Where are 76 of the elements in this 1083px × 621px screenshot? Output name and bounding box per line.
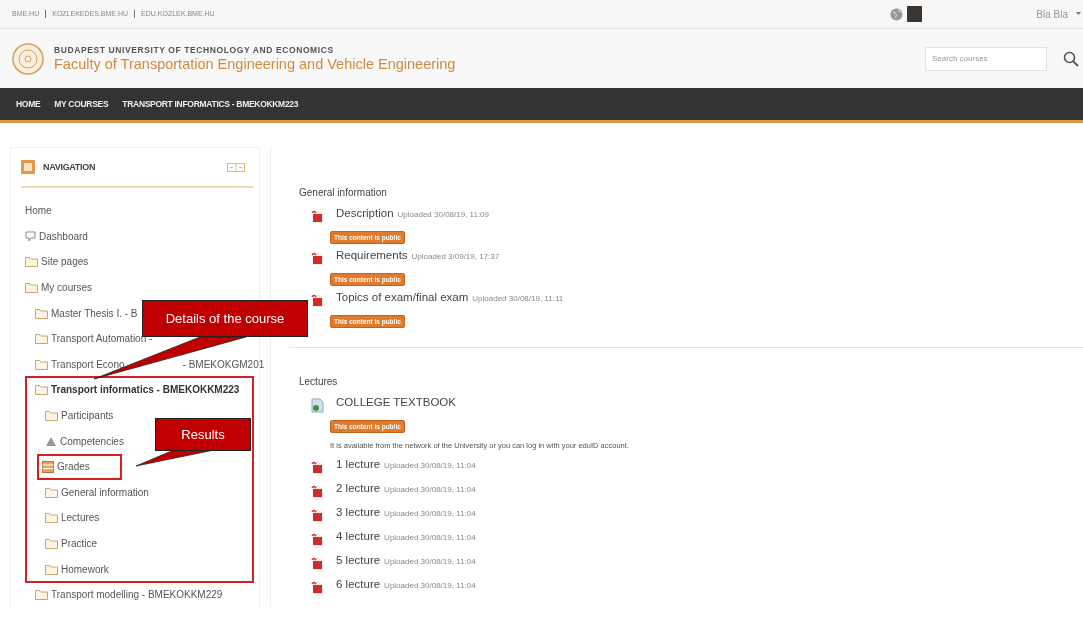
resource-link[interactable]: 6 lecture (336, 578, 381, 590)
folder-icon (45, 538, 58, 549)
nav-item[interactable]: Homework (45, 561, 109, 578)
upload-date: Uploaded 30/08/19, 11:04 (384, 461, 476, 470)
upload-date: Uploaded 30/08/19, 11:11 (472, 294, 564, 303)
folder-icon (25, 282, 38, 294)
folder-icon (35, 333, 48, 345)
resource-link[interactable]: Description (336, 207, 394, 219)
folder-icon (35, 384, 48, 396)
folder-icon (45, 410, 58, 422)
resource-link[interactable]: COLLEGE TEXTBOOK (336, 396, 456, 408)
resource-link[interactable]: 3 lecture (336, 506, 381, 518)
web-document-icon (311, 398, 324, 413)
section-title: Lectures (299, 376, 339, 387)
user-avatar[interactable] (907, 6, 923, 22)
folder-icon (45, 486, 58, 498)
pdf-file-icon (311, 293, 324, 308)
globe-icon[interactable] (890, 7, 904, 21)
folder-icon (25, 256, 38, 268)
pdf-file-icon (311, 556, 324, 571)
pdf-file-icon (311, 251, 324, 266)
folder-icon (35, 358, 48, 370)
folder-icon (35, 589, 48, 601)
breadcrumb-link[interactable]: HOME (16, 99, 41, 109)
upload-date: Uploaded 30/08/19, 11:09 (397, 210, 489, 219)
resource-link[interactable]: 1 lecture (336, 458, 381, 470)
upload-date: Uploaded 30/08/19, 11:04 (384, 557, 476, 566)
nav-item[interactable]: Dashboard (25, 228, 88, 245)
faculty-name: Faculty of Transportation Engineering and Vehicle Engineering (54, 56, 456, 72)
pdf-file-icon (311, 484, 324, 499)
nav-item[interactable]: Site pages (25, 254, 89, 270)
upload-date: Uploaded 30/08/19, 11:04 (384, 581, 476, 590)
upload-date: Uploaded 3/09/19, 17:37 (411, 252, 500, 261)
nav-item[interactable]: Master Thesis I. - B (35, 305, 138, 322)
speech-bubble-icon (25, 230, 36, 242)
caret-icon[interactable] (1076, 12, 1081, 16)
resource-link[interactable]: Topics of exam/final exam (336, 291, 469, 303)
university-name: BUDAPEST UNIVERSITY OF TECHNOLOGY AND ECONOMICS (54, 45, 335, 55)
pdf-file-icon (311, 532, 324, 547)
nav-item[interactable]: Competencies (45, 433, 124, 450)
folder-icon (35, 307, 48, 319)
resource-link[interactable]: 2 lecture (336, 482, 381, 494)
breadcrumb-link[interactable]: MY COURSES (54, 99, 109, 109)
navigation-title: NAVIGATION (43, 162, 96, 172)
university-seal-logo[interactable] (12, 42, 44, 75)
pdf-file-icon (311, 508, 324, 523)
search-field[interactable]: Search courses (925, 46, 1047, 71)
section-title: General information (299, 187, 388, 198)
upload-date: Uploaded 30/08/19, 11:04 (384, 509, 476, 518)
upload-date: Uploaded 30/08/19, 11:04 (384, 485, 476, 494)
callout-label: Details of the course (142, 300, 308, 337)
folder-icon (45, 563, 58, 575)
nav-item[interactable]: Grades (39, 455, 120, 478)
pdf-file-icon (311, 460, 324, 475)
nav-item[interactable]: Participants (45, 407, 114, 424)
folder-icon (45, 512, 58, 524)
resource-link[interactable]: 5 lecture (336, 554, 381, 566)
search-icon[interactable] (1063, 50, 1079, 67)
nav-item[interactable]: General information (45, 484, 149, 501)
nav-item[interactable]: Home (25, 202, 52, 219)
pdf-file-icon (311, 580, 324, 595)
nav-item[interactable]: Transport modelling - BMEKOKKM229 (35, 586, 223, 603)
triangle-icon (45, 435, 57, 447)
resource-link[interactable]: Requirements (336, 249, 408, 261)
table-icon (42, 460, 54, 473)
navigation-block-icon (21, 160, 35, 174)
course-code: - BMEKOKGM201 (182, 358, 265, 370)
pdf-file-icon (311, 209, 324, 224)
nav-item[interactable]: My courses (25, 279, 93, 296)
resource-link[interactable]: 4 lecture (336, 530, 381, 542)
breadcrumb-link[interactable]: TRANSPORT INFORMATICS - BMEKOKKM223 (122, 99, 299, 109)
nav-item[interactable]: Transport Econo (35, 356, 125, 373)
nav-item[interactable]: Lectures (45, 509, 100, 526)
upload-date: Uploaded 30/08/19, 11:04 (384, 533, 476, 542)
nav-item[interactable]: Practice (45, 535, 98, 552)
nav-item[interactable]: Transport informatics - BMEKOKKM223 (35, 381, 240, 398)
